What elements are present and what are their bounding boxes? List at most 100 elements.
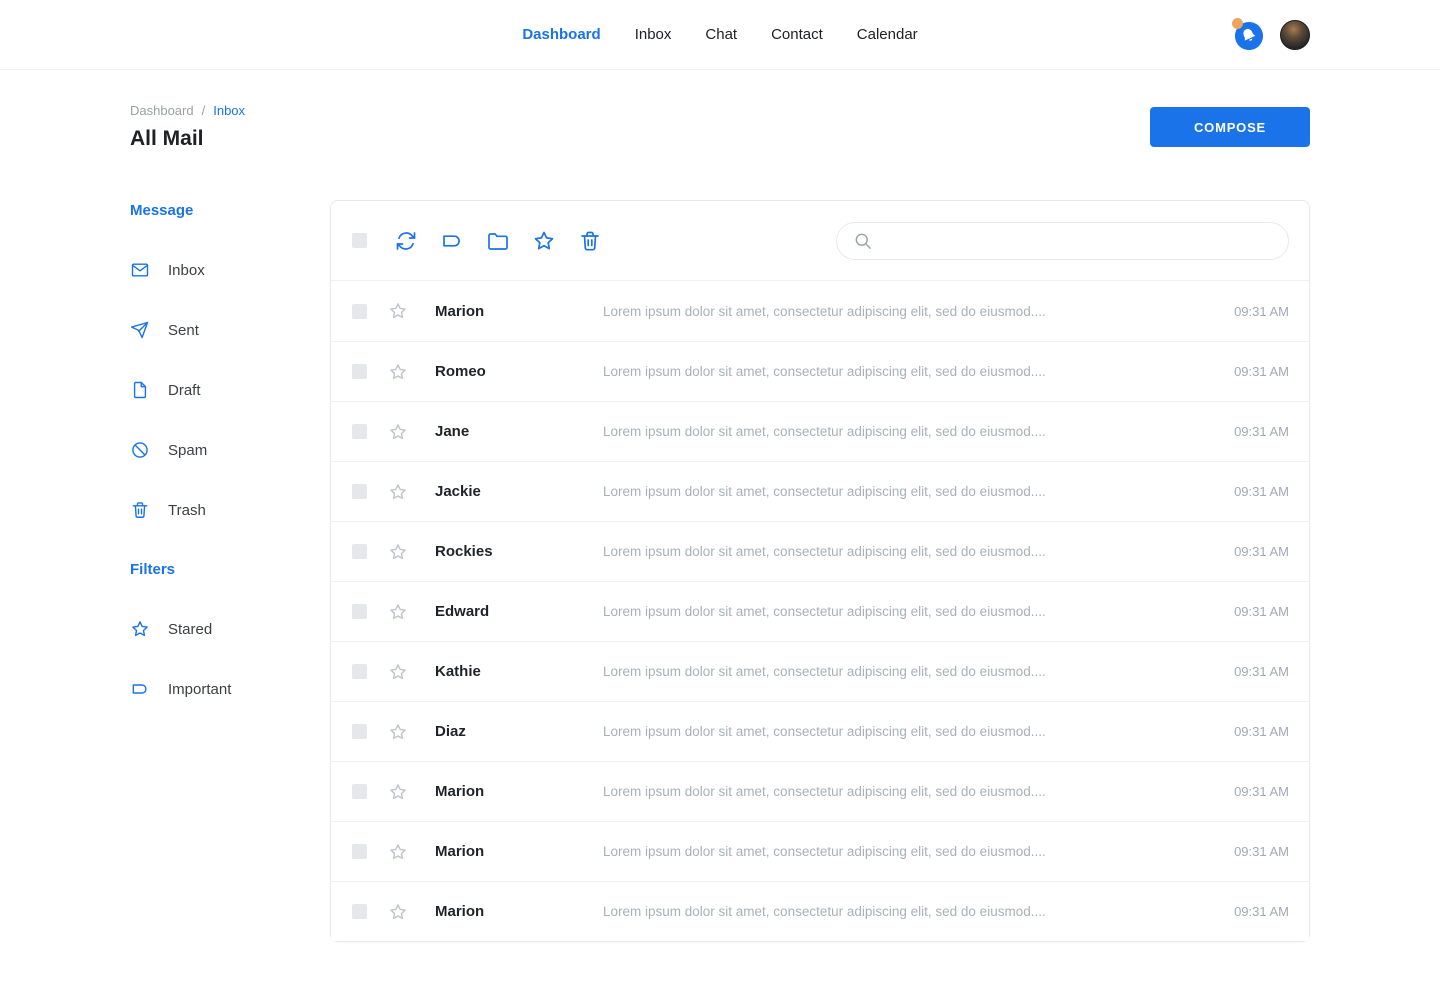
sidebar-item-label: Trash [168, 502, 206, 519]
trash-icon [578, 229, 602, 253]
breadcrumb: Dashboard / Inbox [130, 103, 245, 118]
sidebar-item-inbox[interactable]: Inbox [130, 240, 330, 300]
mail-row[interactable]: Marion Lorem ipsum dolor sit amet, conse… [331, 761, 1309, 821]
mail-time: 09:31 AM [1219, 304, 1289, 319]
breadcrumb-dashboard[interactable]: Dashboard [130, 103, 194, 118]
sidebar-item-label: Inbox [168, 262, 205, 279]
mail-preview: Lorem ipsum dolor sit amet, consectetur … [603, 424, 1219, 439]
star-icon[interactable] [388, 782, 408, 802]
breadcrumb-separator: / [202, 103, 206, 118]
search-icon [853, 231, 873, 251]
spam-icon [130, 440, 150, 460]
nav-item-inbox[interactable]: Inbox [635, 26, 672, 43]
mail-preview: Lorem ipsum dolor sit amet, consectetur … [603, 364, 1219, 379]
toolbar-star-button[interactable] [532, 229, 556, 253]
star-icon[interactable] [388, 422, 408, 442]
mail-row[interactable]: Rockies Lorem ipsum dolor sit amet, cons… [331, 521, 1309, 581]
star-icon [532, 229, 556, 253]
star-icon[interactable] [388, 722, 408, 742]
compose-button[interactable]: COMPOSE [1150, 107, 1310, 147]
mail-time: 09:31 AM [1219, 544, 1289, 559]
page-title: All Mail [130, 127, 245, 151]
mail-row[interactable]: Diaz Lorem ipsum dolor sit amet, consect… [331, 701, 1309, 761]
star-icon[interactable] [388, 662, 408, 682]
toolbar-trash-button[interactable] [578, 229, 602, 253]
row-select-checkbox[interactable] [352, 364, 367, 379]
row-select-checkbox[interactable] [352, 604, 367, 619]
mail-preview: Lorem ipsum dolor sit amet, consectetur … [603, 904, 1219, 919]
notification-dot [1232, 18, 1243, 29]
mail-app: Dashboard Inbox Chat Contact Calendar Dashbo… [0, 0, 1440, 1008]
sidebar-item-spam[interactable]: Spam [130, 420, 330, 480]
mail-row[interactable]: Jackie Lorem ipsum dolor sit amet, conse… [331, 461, 1309, 521]
mail-row[interactable]: Edward Lorem ipsum dolor sit amet, conse… [331, 581, 1309, 641]
mail-time: 09:31 AM [1219, 724, 1289, 739]
notifications-button[interactable] [1234, 19, 1266, 51]
sidebar-section-header: Message [130, 202, 330, 219]
toolbar-refresh-button[interactable] [394, 229, 418, 253]
mail-time: 09:31 AM [1219, 604, 1289, 619]
row-select-checkbox[interactable] [352, 664, 367, 679]
mail-row[interactable]: Marion Lorem ipsum dolor sit amet, conse… [331, 881, 1309, 941]
nav-item-contact[interactable]: Contact [771, 26, 823, 43]
mail-sender: Marion [435, 843, 603, 860]
star-icon[interactable] [388, 602, 408, 622]
row-select-checkbox[interactable] [352, 904, 367, 919]
row-select-checkbox[interactable] [352, 304, 367, 319]
sidebar: Message Inbox Sent Draft Spam Trash Filt… [130, 200, 330, 719]
mail-row[interactable]: Marion Lorem ipsum dolor sit amet, conse… [331, 821, 1309, 881]
sidebar-item-stared[interactable]: Stared [130, 599, 330, 659]
refresh-icon [394, 229, 418, 253]
star-icon[interactable] [388, 902, 408, 922]
star-icon[interactable] [388, 362, 408, 382]
row-select-checkbox[interactable] [352, 844, 367, 859]
row-select-checkbox[interactable] [352, 484, 367, 499]
nav-item-dashboard[interactable]: Dashboard [522, 26, 600, 43]
mail-time: 09:31 AM [1219, 784, 1289, 799]
mail-sender: Rockies [435, 543, 603, 560]
search-box [836, 222, 1289, 260]
mail-sender: Jackie [435, 483, 603, 500]
sidebar-item-draft[interactable]: Draft [130, 360, 330, 420]
toolbar-label-button[interactable] [440, 229, 464, 253]
mail-time: 09:31 AM [1219, 484, 1289, 499]
mail-preview: Lorem ipsum dolor sit amet, consectetur … [603, 604, 1219, 619]
toolbar-icons [394, 229, 602, 253]
select-all-checkbox[interactable] [352, 233, 367, 248]
mail-sender: Diaz [435, 723, 603, 740]
mail-row[interactable]: Kathie Lorem ipsum dolor sit amet, conse… [331, 641, 1309, 701]
star-icon[interactable] [388, 482, 408, 502]
mail-row[interactable]: Marion Lorem ipsum dolor sit amet, conse… [331, 281, 1309, 341]
nav-item-chat[interactable]: Chat [705, 26, 737, 43]
mail-preview: Lorem ipsum dolor sit amet, consectetur … [603, 484, 1219, 499]
toolbar-folder-button[interactable] [486, 229, 510, 253]
star-icon[interactable] [388, 301, 408, 321]
mail-row[interactable]: Romeo Lorem ipsum dolor sit amet, consec… [331, 341, 1309, 401]
mail-time: 09:31 AM [1219, 364, 1289, 379]
sidebar-section-header: Filters [130, 561, 330, 578]
breadcrumb-inbox[interactable]: Inbox [213, 103, 245, 118]
mail-sender: Marion [435, 783, 603, 800]
star-icon[interactable] [388, 542, 408, 562]
mail-sender: Marion [435, 303, 603, 320]
sidebar-item-label: Spam [168, 442, 207, 459]
row-select-checkbox[interactable] [352, 784, 367, 799]
mail-row[interactable]: Jane Lorem ipsum dolor sit amet, consect… [331, 401, 1309, 461]
row-select-checkbox[interactable] [352, 724, 367, 739]
sidebar-section: Filters Stared Important [130, 561, 330, 719]
search-input[interactable] [883, 233, 1274, 249]
sidebar-item-important[interactable]: Important [130, 659, 330, 719]
mail-sender: Kathie [435, 663, 603, 680]
row-select-checkbox[interactable] [352, 544, 367, 559]
star-icon [130, 619, 150, 639]
sidebar-item-sent[interactable]: Sent [130, 300, 330, 360]
mail-sender: Edward [435, 603, 603, 620]
sidebar-item-trash[interactable]: Trash [130, 480, 330, 540]
mail-sender: Romeo [435, 363, 603, 380]
row-select-checkbox[interactable] [352, 424, 367, 439]
page-header: Dashboard / Inbox All Mail COMPOSE [130, 103, 1310, 151]
user-avatar[interactable] [1280, 20, 1310, 50]
sidebar-item-label: Sent [168, 322, 199, 339]
nav-item-calendar[interactable]: Calendar [857, 26, 918, 43]
star-icon[interactable] [388, 842, 408, 862]
